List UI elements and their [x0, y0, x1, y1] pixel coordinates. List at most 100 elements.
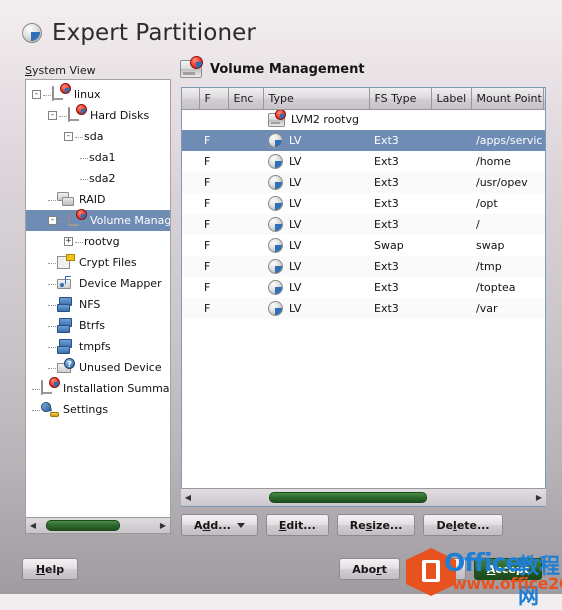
tree-item-crypt-files[interactable]: Crypt Files [26, 252, 170, 273]
cell-mount_point: /toptea [476, 281, 516, 294]
cell-size: GB [182, 151, 199, 172]
cell-size: TB [182, 109, 199, 130]
cell-fstype: Ext3 [369, 298, 431, 319]
column-header-f[interactable]: F [199, 88, 229, 110]
volume-management-icon [180, 56, 203, 78]
column-header-type[interactable]: Type [263, 88, 370, 110]
cell-mount_point: /usr/opev [471, 172, 543, 193]
add-button[interactable]: Add... [181, 514, 258, 536]
cell-label [431, 277, 471, 298]
cell-enc [228, 193, 263, 214]
delete-button[interactable]: Delete... [423, 514, 503, 536]
table-horizontal-scrollbar[interactable]: ◀ ▶ [181, 488, 546, 506]
table-scroll-track[interactable] [195, 490, 532, 505]
cell-type-label: LV [289, 239, 302, 252]
tree-connector [48, 325, 56, 327]
scroll-right-icon[interactable]: ▶ [156, 518, 170, 533]
cell-type-label: LV [289, 134, 302, 147]
cell-label [431, 193, 471, 214]
system-view-tree[interactable]: - linux - Hard Disks - sda sda1 sda2 RAID - Volume… [25, 79, 171, 527]
sidebar-scroll-thumb[interactable] [46, 520, 120, 531]
cell-type: LV [263, 214, 369, 235]
table-scroll-right-icon[interactable]: ▶ [532, 490, 546, 505]
tree-item-nfs[interactable]: NFS [26, 294, 170, 315]
tree-item-tmpfs[interactable]: tmpfs [26, 336, 170, 357]
volume-group-icon [268, 109, 286, 127]
tree-item-label: Volume Managem [90, 214, 170, 227]
table-row[interactable]: GBF LV Ext3/apps/serviceKerne [182, 130, 545, 151]
crypt-files-icon [57, 254, 75, 270]
tree-connector [59, 220, 67, 222]
table-row[interactable]: GB F LV Ext3/opt Kerne [182, 193, 545, 214]
network-icon [57, 318, 75, 333]
cell-mount_by: Kerne [543, 214, 545, 235]
resize-button[interactable]: Resize... [336, 514, 416, 536]
tree-item-sda[interactable]: - sda [26, 126, 170, 147]
cell-mount_by [543, 109, 545, 130]
table-row[interactable]: GBF LV Ext3/tmpKerne [182, 256, 545, 277]
tree-item-device-mapper[interactable]: Device Mapper [26, 273, 170, 294]
cell-size: GB [182, 193, 199, 214]
cell-type-label: LV [289, 281, 302, 294]
tree-item-label: NFS [79, 298, 101, 311]
column-header-fs-type[interactable]: FS Type [369, 88, 432, 110]
table-row[interactable]: GBF LV Ext3/usr/opevKerne [182, 172, 545, 193]
tree-item-label: sda1 [89, 151, 116, 164]
abort-button[interactable]: Abort [339, 558, 400, 580]
chevron-down-icon [236, 522, 245, 528]
tree-item-label: Installation Summa [63, 382, 170, 395]
tree-connector [32, 409, 40, 411]
table-row[interactable]: GBF LV Ext3/varKerne [182, 298, 545, 319]
column-header-mount-by[interactable]: Moun [543, 88, 545, 110]
tree-item-linux[interactable]: - linux [26, 83, 170, 105]
table-row[interactable]: GBF LV Ext3 /Kerne [182, 214, 545, 235]
tree-item-sda2[interactable]: sda2 [26, 168, 170, 189]
tree-item-rootvg[interactable]: + rootvg [26, 231, 170, 252]
column-header-size[interactable] [182, 88, 200, 110]
tree-item-volume-managem[interactable]: - Volume Managem [26, 209, 170, 231]
table-scroll-left-icon[interactable]: ◀ [181, 490, 195, 505]
sidebar-horizontal-scrollbar[interactable]: ◀ ▶ [25, 517, 171, 534]
collapse-toggle-icon[interactable]: - [48, 216, 57, 225]
tree-item-unused-device[interactable]: ? Unused Device [26, 357, 170, 378]
tree-item-label: Device Mapper [79, 277, 162, 290]
tree-item-hard-disks[interactable]: - Hard Disks [26, 104, 170, 126]
pane-header: Volume Management [180, 56, 365, 80]
table-header-row[interactable]: FEncTypeFS TypeLabelMount PointMoun [182, 88, 545, 110]
cell-type: LV [263, 298, 369, 319]
table-action-buttons: Add... Edit... Resize... Delete... [181, 514, 503, 536]
tree-item-settings[interactable]: Settings [26, 399, 170, 420]
tree-connector [43, 94, 51, 96]
table-row[interactable]: TB LVM2 rootvg [182, 109, 545, 130]
accept-button-label: Accept [486, 562, 529, 576]
collapse-toggle-icon[interactable]: - [32, 90, 41, 99]
help-button[interactable]: Help [22, 558, 78, 580]
volume-table[interactable]: FEncTypeFS TypeLabelMount PointMoun TBLV… [181, 87, 546, 507]
edit-button[interactable]: Edit... [265, 514, 329, 536]
table-row[interactable]: GB F LV Ext3/home Kerne [182, 151, 545, 172]
back-button[interactable]: Back [407, 558, 466, 580]
app-disk-icon [22, 23, 42, 43]
expand-toggle-icon[interactable]: + [64, 237, 73, 246]
sidebar-scroll-track[interactable] [40, 518, 156, 533]
cell-type: LV [263, 151, 369, 172]
cell-f: F [204, 155, 211, 168]
tree-item-sda1[interactable]: sda1 [26, 147, 170, 168]
collapse-toggle-icon[interactable]: - [64, 132, 73, 141]
table-row[interactable]: GB F LV Ext3/toptea Kerne [182, 277, 545, 298]
cell-f: F [199, 214, 228, 235]
tree-item-btrfs[interactable]: Btrfs [26, 315, 170, 336]
column-header-enc[interactable]: Enc [228, 88, 264, 110]
cell-type-label: LVM2 rootvg [291, 113, 359, 127]
column-header-mount-point[interactable]: Mount Point [471, 88, 544, 110]
accept-button[interactable]: Accept [473, 558, 542, 580]
device-mapper-icon [57, 276, 75, 291]
scroll-left-icon[interactable]: ◀ [26, 518, 40, 533]
cell-type-label: LV [289, 302, 302, 315]
column-header-label[interactable]: Label [431, 88, 472, 110]
tree-item-raid[interactable]: RAID [26, 189, 170, 210]
tree-item-installation-summa[interactable]: Installation Summa [26, 377, 170, 399]
table-scroll-thumb[interactable] [269, 492, 427, 503]
collapse-toggle-icon[interactable]: - [48, 111, 57, 120]
table-row[interactable]: GB F LV Swap swap Kerne [182, 235, 545, 256]
